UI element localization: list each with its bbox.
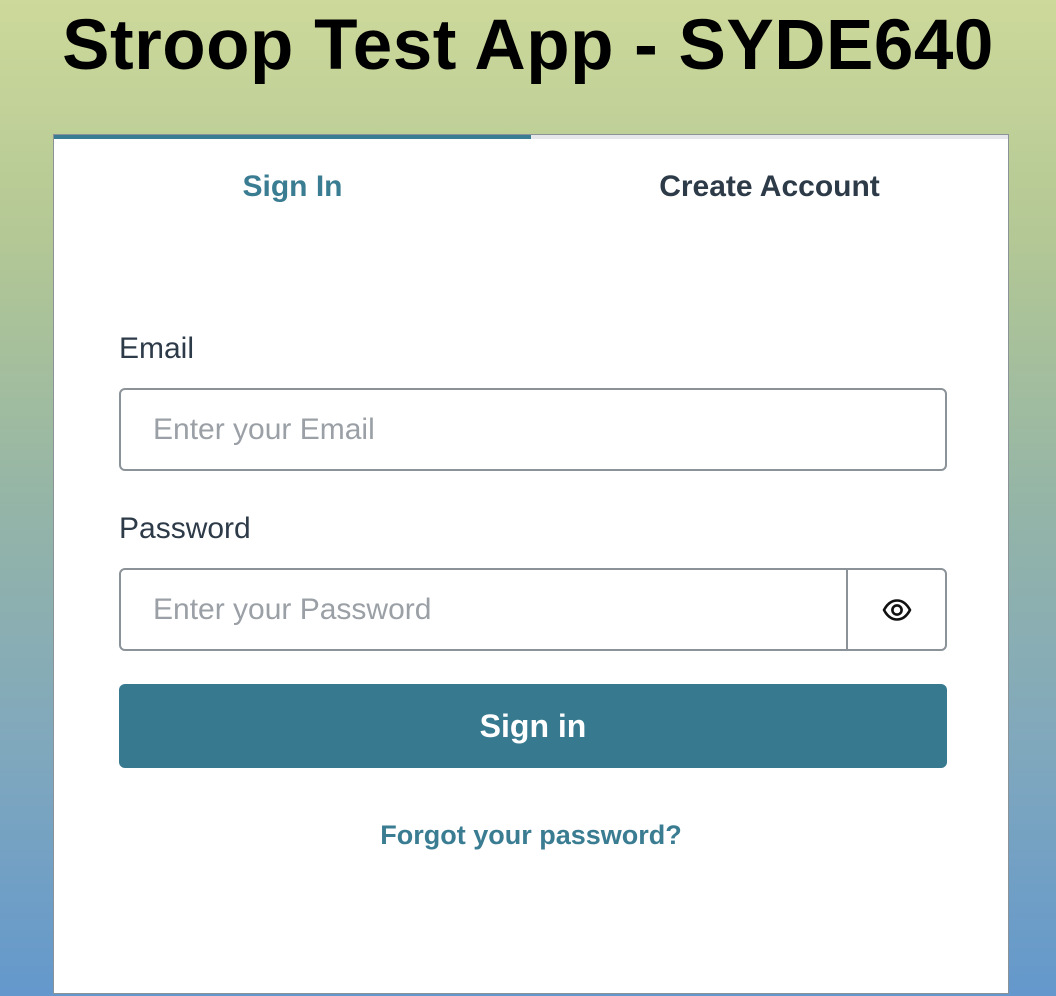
- password-label: Password: [119, 512, 251, 545]
- page-title: Stroop Test App - SYDE640: [62, 6, 994, 85]
- auth-tabs: Sign In Create Account: [54, 135, 1008, 239]
- email-field[interactable]: [119, 388, 947, 471]
- eye-icon: [882, 598, 912, 621]
- show-password-button[interactable]: [846, 568, 947, 651]
- tab-sign-in[interactable]: Sign In: [54, 135, 531, 239]
- email-label: Email: [119, 332, 195, 365]
- sign-in-button[interactable]: Sign in: [119, 684, 947, 768]
- password-field[interactable]: [119, 568, 848, 651]
- tab-create-account[interactable]: Create Account: [531, 135, 1008, 239]
- auth-card: Sign In Create Account Email Password Si…: [53, 134, 1009, 994]
- forgot-password-link[interactable]: Forgot your password?: [54, 815, 1008, 855]
